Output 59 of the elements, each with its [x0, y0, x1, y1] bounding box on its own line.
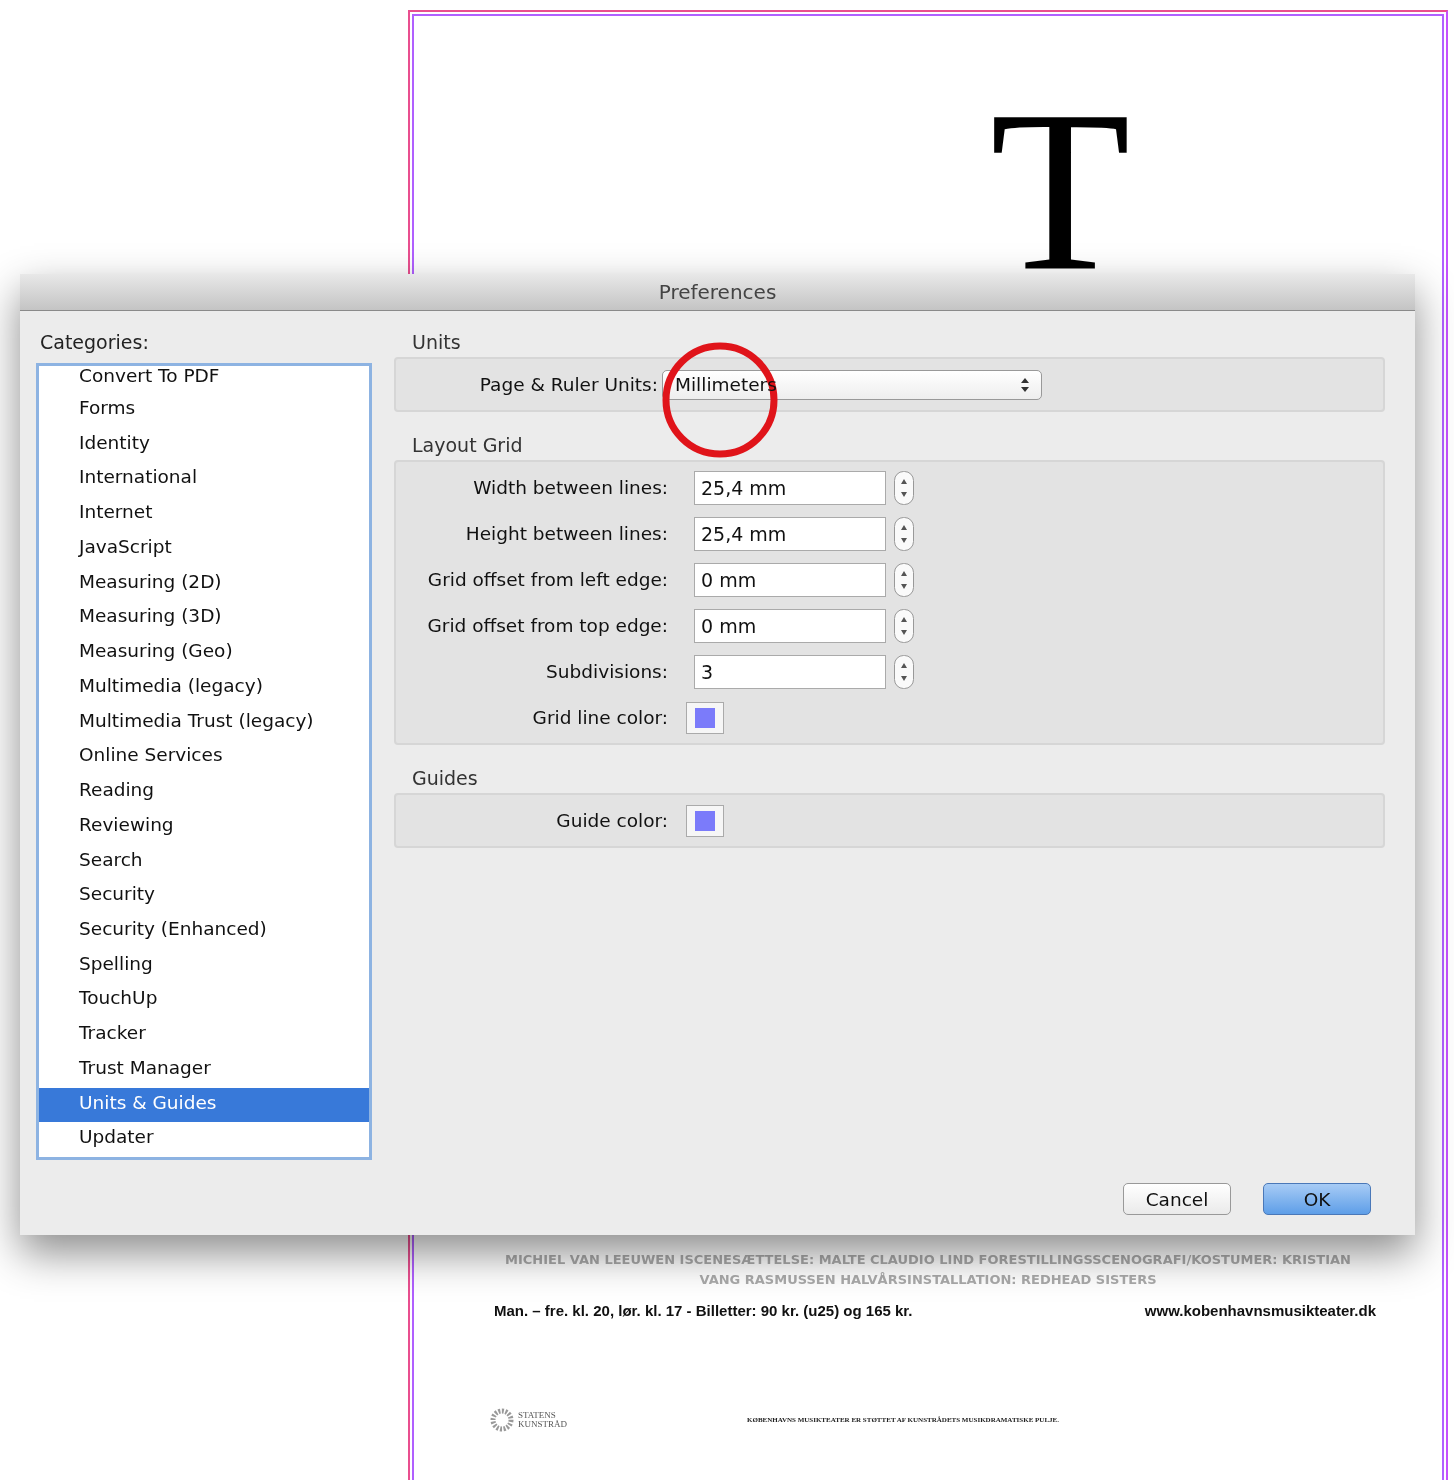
category-item[interactable]: Multimedia (legacy): [39, 670, 369, 706]
category-item[interactable]: Forms: [39, 392, 369, 428]
category-item[interactable]: Tracker: [39, 1018, 369, 1053]
field-label: Grid offset from left edge:: [426, 569, 669, 590]
credits-line: VANG RASMUSSEN HALVÅRSINSTALLATION: REDHEAD SISTERS: [698, 1271, 1158, 1289]
field-label: Grid line color:: [531, 707, 669, 728]
category-item[interactable]: Security (Enhanced): [39, 913, 369, 949]
category-item[interactable]: Units & Guides: [39, 1087, 369, 1123]
field-label: Page & Ruler Units:: [478, 374, 659, 395]
section-title: Guides: [411, 767, 479, 791]
ok-button[interactable]: OK: [1263, 1183, 1371, 1215]
stepper-icon[interactable]: [894, 654, 914, 689]
input-field[interactable]: 3: [694, 654, 886, 689]
stepper-icon[interactable]: [894, 562, 914, 597]
category-item[interactable]: Convert To PDF: [39, 366, 369, 393]
field-label: Grid offset from top edge:: [426, 615, 669, 636]
cancel-button[interactable]: Cancel: [1123, 1183, 1231, 1215]
category-item[interactable]: Internet: [39, 497, 369, 532]
categories-label: Categories:: [39, 331, 150, 353]
category-item[interactable]: Identity: [39, 427, 369, 463]
category-item[interactable]: Security: [39, 879, 369, 914]
category-item[interactable]: Reading: [39, 775, 369, 810]
field-label: Guide color:: [555, 810, 669, 831]
category-item[interactable]: Multimedia Trust (legacy): [39, 705, 369, 741]
category-item[interactable]: TouchUp: [39, 983, 369, 1019]
category-item[interactable]: Measuring (2D): [39, 566, 369, 602]
website-text: www.kobenhavnsmusikteater.dk: [1144, 1302, 1376, 1319]
stepper-icon[interactable]: [894, 608, 914, 643]
input-field[interactable]: 25,4 mm: [694, 516, 886, 551]
category-item[interactable]: Reviewing: [39, 809, 369, 845]
logo-text: KUNSTRÅD: [518, 1420, 567, 1429]
field-label: Width between lines:: [472, 477, 669, 498]
logo-text: STATENS: [518, 1411, 557, 1420]
category-item[interactable]: JavaScript: [39, 531, 369, 567]
stepper-icon[interactable]: [894, 470, 914, 505]
category-item[interactable]: International: [39, 462, 369, 498]
field-label: Height between lines:: [464, 523, 669, 544]
category-item[interactable]: Search: [39, 844, 369, 880]
stepper-icon[interactable]: [894, 516, 914, 551]
section-title: Layout Grid: [411, 434, 524, 458]
headline-letter: T: [990, 111, 1131, 272]
updown-icon: [1021, 377, 1029, 392]
field-label: Subdivisions:: [545, 661, 669, 682]
input-field[interactable]: 25,4 mm: [694, 470, 886, 505]
section-title: Units: [411, 331, 462, 355]
color-well[interactable]: [686, 701, 724, 734]
sun-logo-icon: [490, 1408, 514, 1432]
input-field[interactable]: 0 mm: [694, 562, 886, 597]
color-well[interactable]: [686, 804, 724, 837]
category-item[interactable]: Measuring (3D): [39, 601, 369, 637]
category-item[interactable]: Spelling: [39, 948, 369, 984]
schedule-text: Man. – fre. kl. 20, lør. kl. 17 - Billetter: 90 kr. (u25) og 165 kr.: [494, 1302, 913, 1319]
category-item[interactable]: Updater: [39, 1122, 369, 1158]
credits-line: MICHIEL VAN LEEUWEN ISCENESÆTTELSE: MALTE CLAUDIO LIND FORESTILLINGSSCENOGRAFI/KOSTUMER: KRISTIAN: [504, 1251, 1352, 1269]
category-item[interactable]: Online Services: [39, 740, 369, 776]
category-item[interactable]: Trust Manager: [39, 1052, 369, 1088]
category-item[interactable]: Measuring (Geo): [39, 636, 369, 671]
window-title: Preferences: [658, 280, 777, 304]
input-field[interactable]: 0 mm: [694, 608, 886, 643]
